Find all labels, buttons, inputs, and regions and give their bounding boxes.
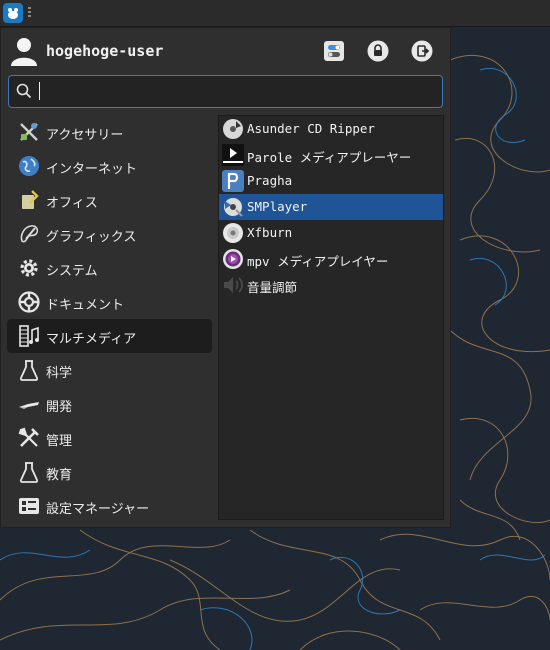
xfce-mouse-icon [8,8,18,19]
app-label: Parole メディアプレーヤー [247,150,412,165]
category-accessories[interactable]: アクセサリー [7,115,212,149]
category-settings-manager[interactable]: 設定マネージャー [7,489,212,523]
category-label: アクセサリー [46,128,124,143]
administration-tools-icon [18,427,39,447]
settings-button[interactable] [322,39,346,63]
development-icon [19,402,39,409]
xfburn-disc-icon [223,223,243,243]
smplayer-icon [224,198,243,217]
category-education[interactable]: 教育 [7,455,212,489]
parole-player-icon [222,144,244,166]
panel-taskbar [0,0,550,27]
text-caret [39,82,40,100]
category-label: 教育 [46,468,73,483]
category-label: 管理 [46,434,73,449]
category-label: システム [46,264,98,279]
category-label: 開発 [46,400,73,415]
multimedia-icon [19,325,39,347]
system-gear-icon [20,259,38,277]
cd-ripper-icon [223,119,243,139]
search-icon [16,83,32,99]
logout-icon [411,40,433,62]
science-flask-icon [19,360,39,381]
volume-icon [224,277,243,293]
category-label: インターネット [46,162,138,177]
category-internet[interactable]: インターネット [7,149,212,183]
panel-handle-icon[interactable] [28,7,32,19]
app-xfburn[interactable]: Xfburn [219,220,443,246]
category-administration[interactable]: 管理 [7,421,212,455]
search-box[interactable] [8,75,443,108]
lock-screen-button[interactable] [366,39,390,63]
app-label: SMPlayer [247,199,308,214]
settings-toggle-icon [324,41,344,61]
app-smplayer[interactable]: SMPlayer [219,194,443,220]
category-documentation[interactable]: ドキュメント [7,285,212,319]
category-system[interactable]: システム [7,251,212,285]
category-label: マルチメディア [46,332,137,347]
logout-button[interactable] [410,39,434,63]
app-parole-media-player[interactable]: Parole メディアプレーヤー [219,142,443,168]
category-label: オフィス [46,196,98,211]
pragha-icon [222,170,244,192]
education-flask-icon [19,462,39,483]
graphics-icon [20,225,39,243]
app-label: mpv メディアプレイヤー [247,254,389,269]
username-label: hogehoge-user [46,42,164,60]
category-label: 設定マネージャー [46,502,150,517]
internet-globe-icon [19,156,39,176]
category-graphics[interactable]: グラフィックス [7,217,212,251]
category-label: グラフィックス [46,230,137,245]
user-header: hogehoge-user [1,28,450,72]
category-label: 科学 [46,366,73,381]
lock-icon [367,40,389,62]
search-input[interactable] [39,80,434,102]
documentation-icon [18,291,40,313]
app-mpv-media-player[interactable]: mpv メディアプレイヤー [219,246,443,272]
app-label: Xfburn [247,225,293,240]
settings-manager-icon [19,498,39,514]
app-pragha[interactable]: Pragha [219,168,443,194]
accessories-icon [20,123,38,141]
app-label: Asunder CD Ripper [247,121,375,136]
app-volume-control[interactable]: 音量調節 [219,272,443,298]
app-asunder-cd-ripper[interactable]: Asunder CD Ripper [219,116,443,142]
office-icon [22,190,39,209]
app-label: 音量調節 [247,280,298,295]
whisker-menu-button[interactable] [3,3,23,23]
category-science[interactable]: 科学 [7,353,212,387]
application-list: Asunder CD Ripper Parole メディアプレーヤー Pragh… [218,115,444,520]
category-label: ドキュメント [46,298,125,313]
category-development[interactable]: 開発 [7,387,212,421]
user-avatar-icon [11,38,37,66]
mpv-icon [223,249,243,269]
category-office[interactable]: オフィス [7,183,212,217]
app-label: Pragha [247,173,293,188]
whisker-menu: hogehoge-user アクセサリー インターネット オフィス グラフィック… [0,27,451,528]
category-multimedia[interactable]: マルチメディア [7,319,212,353]
category-list: アクセサリー インターネット オフィス グラフィックス システム ドキュメント … [7,115,212,523]
